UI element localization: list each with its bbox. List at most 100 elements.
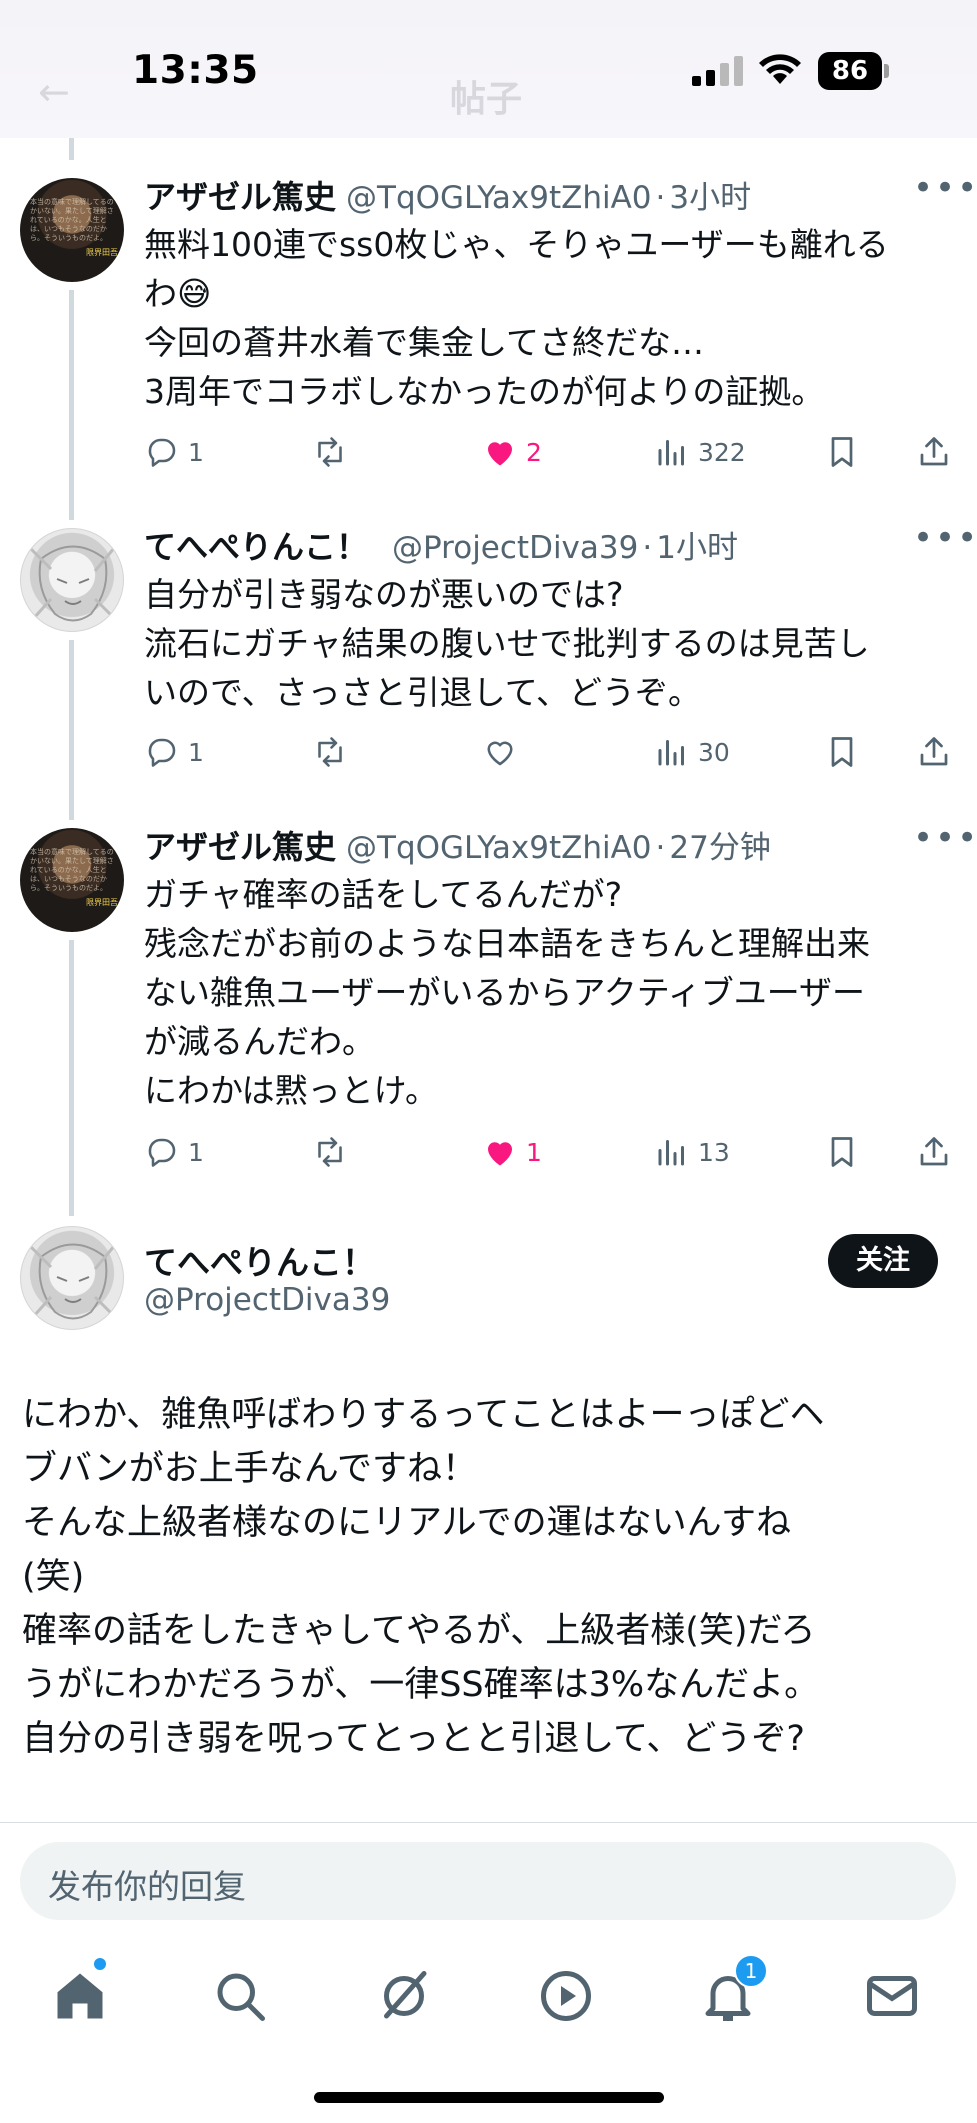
like-button[interactable]: 2 [482, 430, 542, 474]
text-line: 無料100連でss0枚じゃ、そりゃユーザーも離れる [144, 225, 889, 264]
text-line: ブバンがお上手なんですね！ [22, 1449, 478, 1489]
more-options-icon[interactable]: ••• [913, 171, 977, 216]
view-count: 30 [698, 737, 730, 767]
avatar-sketch [29, 545, 117, 622]
text-line: ない雑魚ユーザーがいるからアクティブユーザー [144, 973, 866, 1012]
views-button[interactable]: 322 [654, 430, 746, 474]
post-text: 無料100連でss0枚じゃ、そりゃユーザーも離れる わ😅 今回の蒼井水着で集金し… [144, 220, 954, 416]
reply-count: 1 [188, 437, 204, 467]
bookmark-icon [831, 737, 853, 767]
post-time[interactable]: 3小时 [669, 172, 751, 217]
main-post-text: にわか、雑魚呼ばわりするってことはよーっぽどヘ ブバンがお上手なんですね！ そん… [22, 1388, 962, 1766]
avatar[interactable]: 本当の意味で理解してるのかいない。果たして理解されているのかな。人生とは、いつも… [20, 828, 124, 932]
bookmark-button[interactable] [824, 1130, 860, 1174]
reply-count: 1 [188, 1137, 204, 1167]
home-indicator[interactable] [314, 2092, 664, 2103]
text-line: 残念だがお前のような日本語をきちんと理解出来 [144, 924, 870, 963]
share-button[interactable] [916, 430, 952, 474]
avatar[interactable]: 本当の意味で理解してるのかいない。果たして理解されているのかな。人生とは、いつも… [20, 178, 124, 282]
home-unread-dot [94, 1958, 106, 1970]
text-line: そんな上級者様なのにリアルでの運はないんすね [22, 1503, 791, 1543]
retweet-button[interactable] [312, 1130, 356, 1174]
share-button[interactable] [916, 1130, 952, 1174]
bookmark-icon [831, 437, 853, 467]
page-title: 帖子 [450, 79, 523, 120]
display-name[interactable]: てへぺりんこ！ [144, 1236, 375, 1284]
tab-home[interactable] [50, 1966, 110, 2026]
heart-outline-icon [487, 741, 513, 766]
user-handle[interactable]: @TqOGLYax9tZhiA0 [346, 830, 652, 866]
search-icon [217, 1973, 265, 2021]
reply-input[interactable]: 发布你的回复 [20, 1842, 956, 1920]
text-line: いので、さっさと引退して、どうぞ。 [144, 673, 702, 712]
thread-connector [69, 290, 74, 520]
share-icon [920, 737, 948, 766]
display-name[interactable]: アザゼル篤史 [144, 822, 336, 868]
like-button[interactable]: 1 [482, 1130, 542, 1174]
share-icon [920, 437, 948, 466]
text-line: 流石にガチャ結果の腹いせで批判するのは見苦し [144, 624, 870, 663]
battery-icon: 86 [818, 52, 890, 90]
retweet-button[interactable] [312, 730, 356, 774]
post-actions: 1 1 13 [144, 1130, 964, 1174]
text-line: にわかは黙っとけ。 [144, 1071, 439, 1110]
like-button[interactable] [482, 730, 526, 774]
post-header: てへぺりんこ！ @ProjectDiva39 · 1小时 [144, 522, 738, 566]
text-line: にわか、雑魚呼ばわりするってことはよーっぽどヘ [22, 1395, 825, 1435]
reply-icon [148, 438, 176, 467]
text-line: うがにわかだろうが、一律SS確率は3%なんだよ。 [22, 1665, 820, 1705]
tab-video[interactable] [536, 1966, 596, 2026]
reply-icon [148, 1138, 176, 1167]
post-actions: 1 30 [144, 730, 964, 774]
views-chart-icon [658, 1140, 684, 1166]
notifications-badge: 1 [734, 1954, 768, 1988]
more-options-icon[interactable]: ••• [913, 521, 977, 566]
reply-button[interactable]: 1 [144, 730, 204, 774]
follow-button[interactable]: 关注 [828, 1234, 938, 1288]
views-chart-icon [658, 440, 684, 466]
user-handle[interactable]: @ProjectDiva39 [392, 530, 638, 566]
post-time[interactable]: 1小时 [656, 522, 738, 567]
retweet-icon [318, 737, 342, 767]
user-handle[interactable]: @ProjectDiva39 [144, 1282, 390, 1318]
separator-dot: · [655, 830, 666, 866]
retweet-button[interactable] [312, 430, 356, 474]
views-button[interactable]: 30 [654, 730, 730, 774]
bookmark-button[interactable] [824, 730, 860, 774]
like-count: 2 [526, 437, 542, 467]
text-line: ガチャ確率の話をしてるんだが? [144, 875, 623, 914]
more-options-icon[interactable]: ••• [913, 821, 977, 866]
divider [0, 1822, 977, 1823]
heart-filled-icon [488, 1142, 512, 1166]
reply-button[interactable]: 1 [144, 1130, 204, 1174]
wifi-icon [759, 54, 801, 84]
bottom-tab-bar [0, 1944, 977, 2054]
reply-placeholder: 发布你的回复 [48, 1867, 246, 1906]
text-line: 確率の話をしたきゃしてやるが、上級者様(笑)だろ [22, 1611, 816, 1651]
bookmark-button[interactable] [824, 430, 860, 474]
tab-grok[interactable] [374, 1966, 434, 2026]
tab-search[interactable] [210, 1966, 270, 2026]
status-bar: ← 帖子 13:35 86 [0, 0, 977, 138]
views-chart-icon [658, 740, 684, 766]
share-button[interactable] [916, 730, 952, 774]
user-handle[interactable]: @TqOGLYax9tZhiA0 [346, 180, 652, 216]
post-actions: 1 2 322 [144, 430, 964, 474]
text-line: 3周年でコラボしなかったのが何よりの証拠。 [144, 372, 825, 411]
heart-filled-icon [488, 442, 512, 466]
play-icon [541, 1971, 591, 2021]
battery-level: 86 [831, 56, 869, 86]
avatar-sketch [29, 1243, 117, 1320]
tab-messages[interactable] [862, 1966, 922, 2026]
reply-button[interactable]: 1 [144, 430, 204, 474]
display-name[interactable]: てへぺりんこ！ [144, 522, 368, 568]
views-button[interactable]: 13 [654, 1130, 730, 1174]
post-time[interactable]: 27分钟 [669, 822, 770, 867]
back-arrow-icon[interactable]: ← [38, 70, 70, 114]
thread-connector [69, 940, 74, 1216]
reply-count: 1 [188, 737, 204, 767]
avatar[interactable] [20, 528, 124, 632]
display-name[interactable]: アザゼル篤史 [144, 172, 336, 218]
avatar[interactable] [20, 1226, 124, 1330]
text-line: (笑) [22, 1557, 85, 1597]
